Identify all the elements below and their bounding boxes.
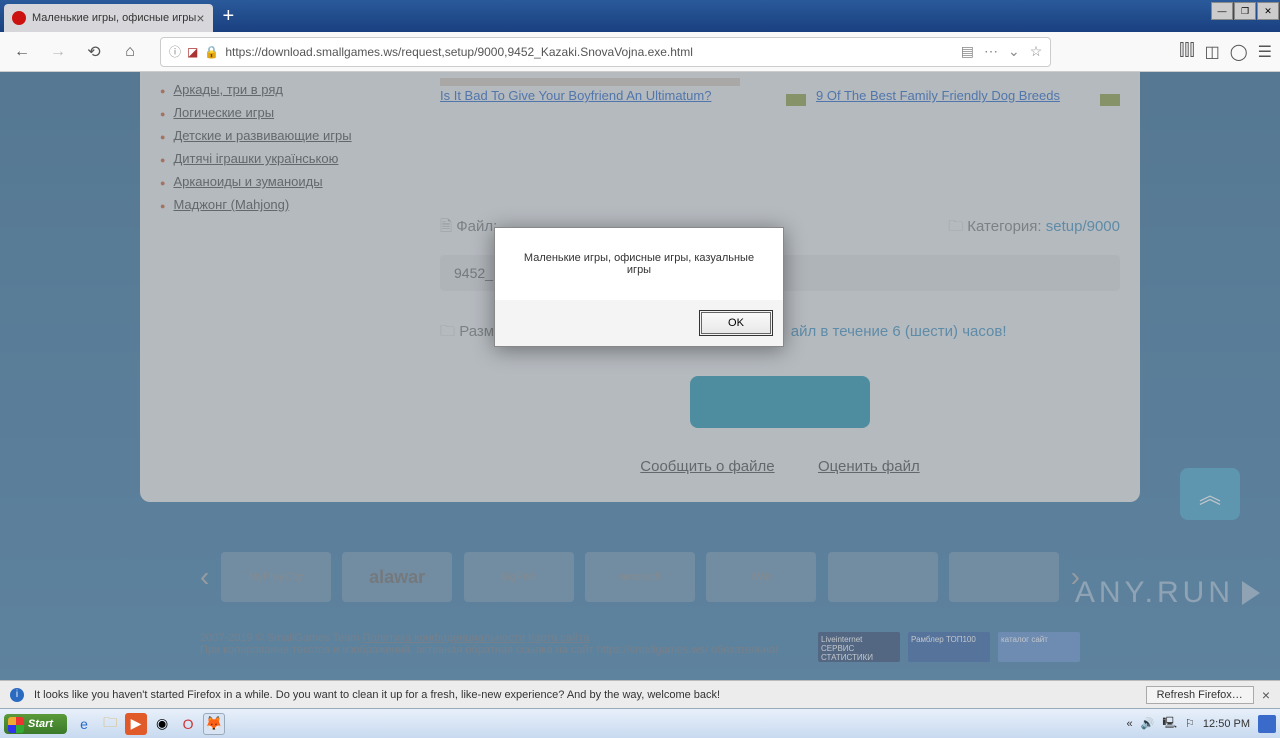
tray-arrow-icon[interactable]: « xyxy=(1127,718,1133,730)
taskbar-app-icon[interactable]: ▶ xyxy=(125,713,147,735)
close-window-button[interactable]: ✕ xyxy=(1257,2,1279,20)
browser-tab[interactable]: Маленькие игры, офисные игры × xyxy=(4,4,213,32)
tray-clock[interactable]: 12:50 PM xyxy=(1203,718,1250,730)
tray-volume-icon[interactable]: 🔊 xyxy=(1141,717,1155,730)
tray-network-icon[interactable]: 🖳 xyxy=(1162,714,1177,733)
tab-close-icon[interactable]: × xyxy=(196,10,204,26)
tab-strip: Маленькие игры, офисные игры × + xyxy=(0,0,234,32)
menu-icon[interactable]: ☰ xyxy=(1258,42,1272,62)
forward-button[interactable]: → xyxy=(44,38,72,66)
url-bar[interactable]: ⓘ ◪ 🔒 https://download.smallgames.ws/req… xyxy=(160,37,1051,67)
system-tray: « 🔊 🖳 ⚐ 12:50 PM xyxy=(1127,714,1276,733)
firefox-infobar: i It looks like you haven't started Fire… xyxy=(0,680,1280,708)
window-controls: — ❐ ✕ xyxy=(1211,0,1280,20)
account-icon[interactable]: ◯ xyxy=(1230,42,1248,62)
modal-overlay xyxy=(0,72,1280,680)
taskbar-ie-icon[interactable]: e xyxy=(73,713,95,735)
reload-button[interactable]: ⟲ xyxy=(80,38,108,66)
taskbar-firefox-icon[interactable]: 🦊 xyxy=(203,713,225,735)
start-button[interactable]: Start xyxy=(4,714,67,734)
page-content: Аркады, три в ряд Логические игры Детски… xyxy=(0,72,1280,680)
alert-ok-button[interactable]: OK xyxy=(701,312,771,334)
reader-icon[interactable]: ▤ xyxy=(961,43,974,60)
home-button[interactable]: ⌂ xyxy=(116,38,144,66)
maximize-button[interactable]: ❐ xyxy=(1234,2,1256,20)
refresh-firefox-button[interactable]: Refresh Firefox… xyxy=(1146,686,1254,704)
tracking-icon[interactable]: ◪ xyxy=(187,45,198,59)
tray-desktop-icon[interactable] xyxy=(1258,715,1276,733)
library-icon[interactable]: ⫿⫿⫿ xyxy=(1179,42,1194,62)
browser-toolbar: ← → ⟲ ⌂ ⓘ ◪ 🔒 https://download.smallgame… xyxy=(0,32,1280,72)
more-icon[interactable]: ⋯ xyxy=(984,43,998,60)
infobar-close-button[interactable]: × xyxy=(1262,687,1270,703)
toolbar-right: ⫿⫿⫿ ◫ ◯ ☰ xyxy=(1179,42,1272,62)
pocket-icon[interactable]: ⌄ xyxy=(1008,43,1020,60)
tray-flag-icon[interactable]: ⚐ xyxy=(1185,717,1195,730)
info-icon: i xyxy=(10,688,24,702)
sidebar-icon[interactable]: ◫ xyxy=(1205,42,1220,62)
url-text: https://download.smallgames.ws/request,s… xyxy=(225,45,954,59)
infobar-text: It looks like you haven't started Firefo… xyxy=(34,689,720,701)
info-icon[interactable]: ⓘ xyxy=(169,43,181,60)
lock-icon: 🔒 xyxy=(204,45,219,59)
minimize-button[interactable]: — xyxy=(1211,2,1233,20)
taskbar-explorer-icon[interactable]: 🗀 xyxy=(99,713,121,735)
new-tab-button[interactable]: + xyxy=(223,5,235,28)
window-titlebar: Маленькие игры, офисные игры × + — ❐ ✕ xyxy=(0,0,1280,32)
taskbar-opera-icon[interactable]: O xyxy=(177,713,199,735)
windows-taskbar: Start e 🗀 ▶ ◉ O 🦊 « 🔊 🖳 ⚐ 12:50 PM xyxy=(0,708,1280,738)
taskbar-chrome-icon[interactable]: ◉ xyxy=(151,713,173,735)
star-icon[interactable]: ☆ xyxy=(1030,43,1043,60)
alert-message: Маленькие игры, офисные игры, казуальные… xyxy=(495,228,783,300)
tab-title: Маленькие игры, офисные игры xyxy=(32,12,196,24)
favicon-icon xyxy=(12,11,26,25)
alert-dialog: Маленькие игры, офисные игры, казуальные… xyxy=(494,227,784,347)
back-button[interactable]: ← xyxy=(8,38,36,66)
